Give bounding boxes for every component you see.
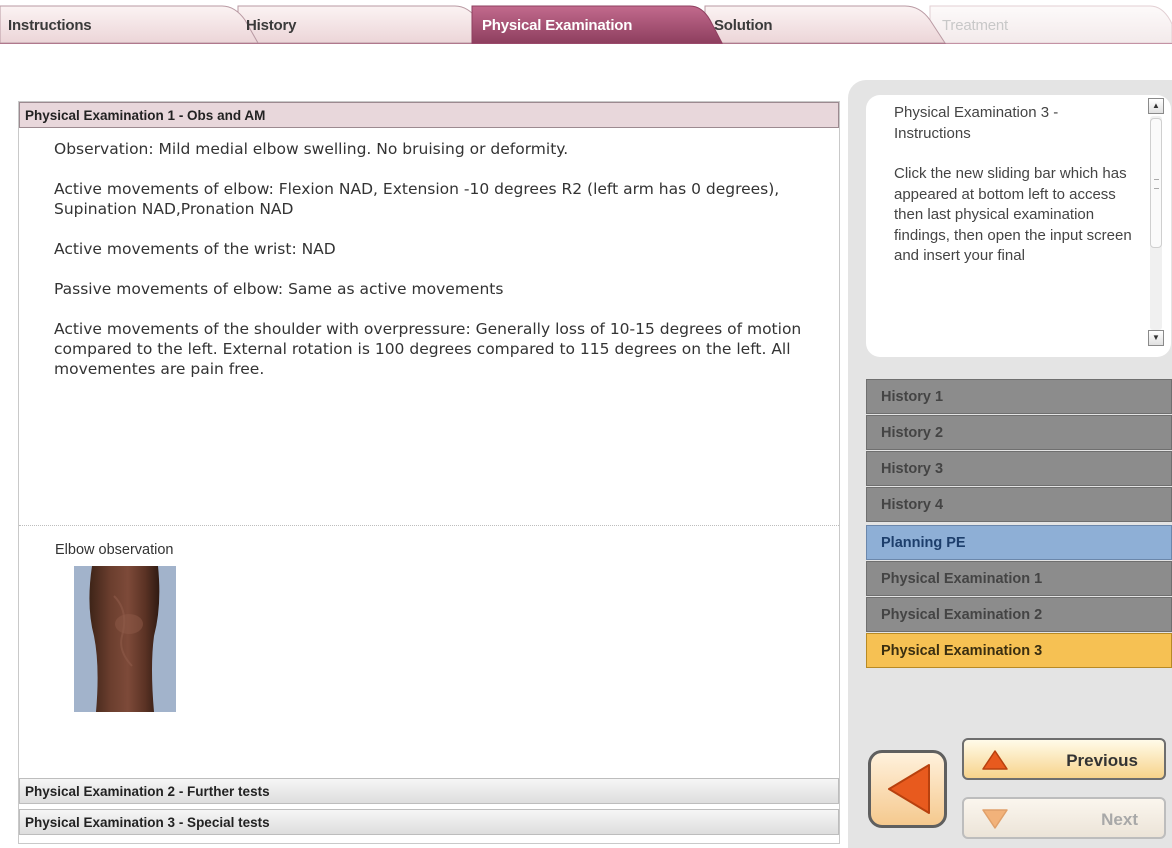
nav-item-pe-1[interactable]: Physical Examination 1	[866, 561, 1172, 596]
previous-button[interactable]: Previous	[962, 738, 1166, 780]
nav-item-history-4[interactable]: History 4	[866, 487, 1172, 522]
paragraph-elbow-active: Active movements of elbow: Flexion NAD, …	[54, 180, 780, 218]
elbow-photo-drawing	[74, 566, 176, 712]
next-button: Next	[962, 797, 1166, 839]
tab-history[interactable]: History	[246, 17, 296, 34]
scroll-down-icon[interactable]: ▼	[1148, 330, 1164, 346]
tab-instructions[interactable]: Instructions	[8, 17, 92, 34]
observation-text: Observation: Mild medial elbow swelling.…	[54, 139, 824, 399]
nav-item-history-1[interactable]: History 1	[866, 379, 1172, 414]
elbow-photo[interactable]	[74, 566, 176, 712]
section-pe3-header[interactable]: Physical Examination 3 - Special tests	[19, 809, 839, 835]
tab-solution[interactable]: Solution	[714, 17, 773, 34]
instructions-text: Physical Examination 3 - Instructions Cl…	[894, 103, 1134, 323]
paragraph-observation: Observation: Mild medial elbow swelling.…	[54, 140, 569, 158]
nav-item-planning-pe[interactable]: Planning PE	[866, 525, 1172, 560]
previous-label: Previous	[1066, 751, 1138, 770]
image-caption: Elbow observation	[55, 542, 174, 558]
instructions-scrollbar[interactable]: ▲ ▼	[1145, 98, 1167, 348]
examination-panel: Physical Examination 1 - Obs and AM Obse…	[18, 101, 840, 844]
arrow-up-icon	[982, 750, 1008, 770]
nav-item-history-2[interactable]: History 2	[866, 415, 1172, 450]
next-label: Next	[1101, 810, 1138, 829]
instructions-body: Click the new sliding bar which has appe…	[894, 165, 1132, 264]
tab-bar: Instructions History Physical Examinatio…	[0, 0, 1172, 44]
paragraph-shoulder: Active movements of the shoulder with ov…	[54, 320, 802, 378]
section-pe1-header[interactable]: Physical Examination 1 - Obs and AM	[19, 102, 839, 128]
paragraph-wrist-active: Active movements of the wrist: NAD	[54, 240, 336, 258]
arrow-down-icon	[982, 809, 1008, 829]
tab-treatment: Treatment	[942, 17, 1009, 34]
paragraph-elbow-passive: Passive movements of elbow: Same as acti…	[54, 280, 504, 298]
grip-icon	[1154, 179, 1159, 189]
divider	[19, 525, 839, 526]
tab-physical-examination[interactable]: Physical Examination	[482, 17, 632, 34]
nav-item-pe-2[interactable]: Physical Examination 2	[866, 597, 1172, 632]
instructions-title: Physical Examination 3 - Instructions	[894, 104, 1059, 142]
nav-item-history-3[interactable]: History 3	[866, 451, 1172, 486]
back-button[interactable]	[868, 750, 947, 828]
section-pe2-header[interactable]: Physical Examination 2 - Further tests	[19, 778, 839, 804]
scroll-up-icon[interactable]: ▲	[1148, 98, 1164, 114]
arrow-left-icon	[888, 764, 930, 814]
nav-item-pe-3[interactable]: Physical Examination 3	[866, 633, 1172, 668]
scroll-thumb[interactable]	[1150, 118, 1162, 248]
